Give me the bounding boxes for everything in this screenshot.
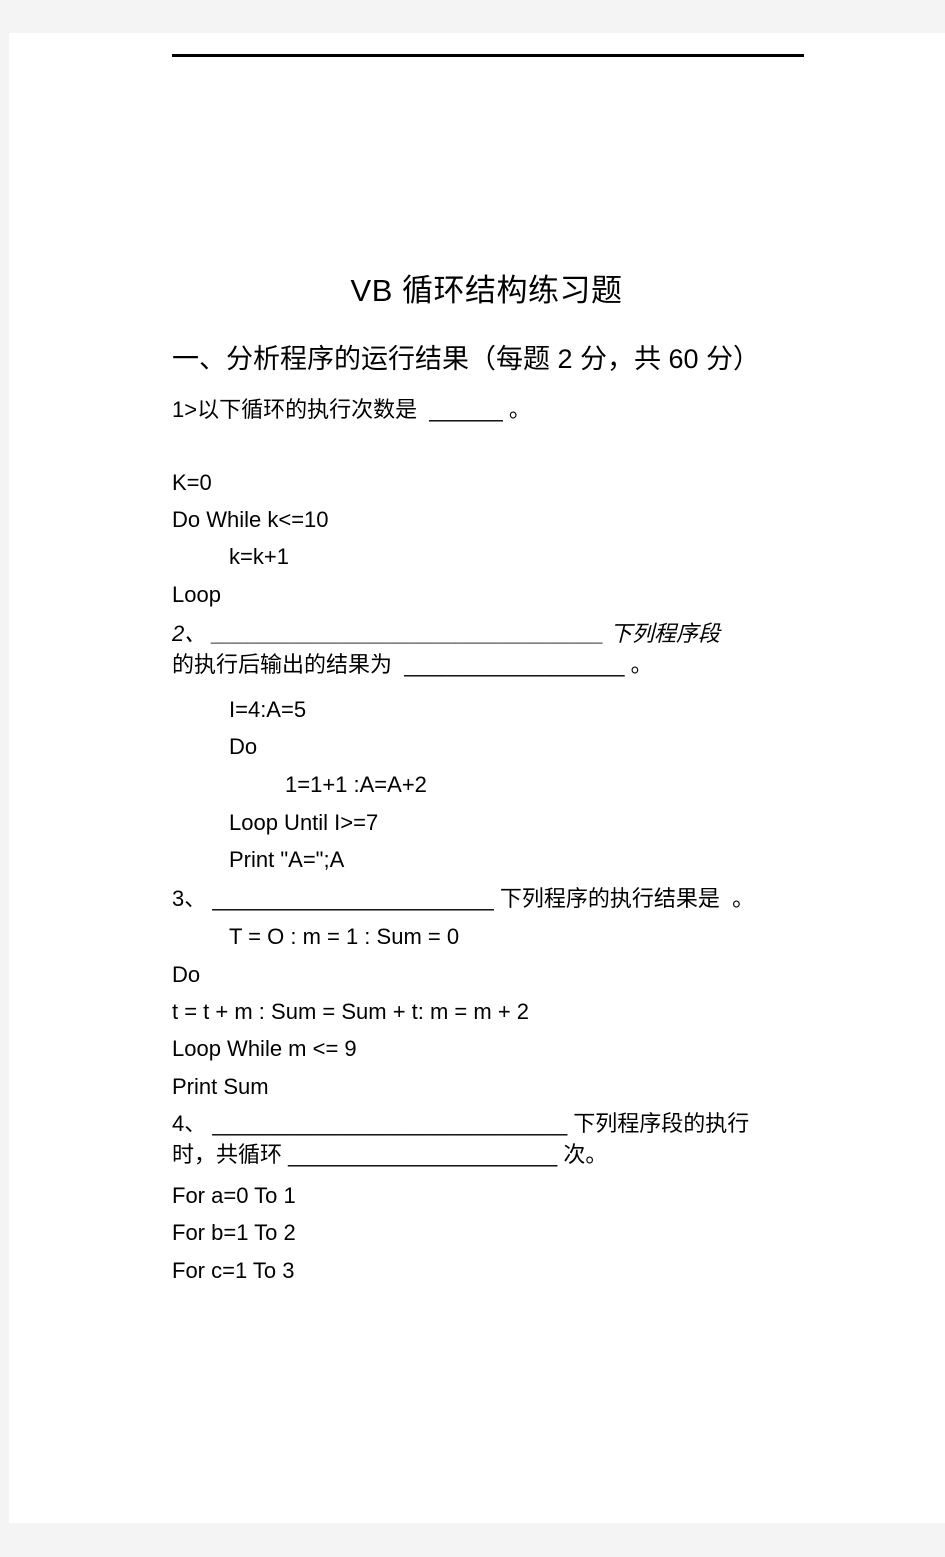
- question-2-code-line-3: 1=1+1 :A=A+2: [285, 772, 427, 797]
- question-4-code-line-1: For a=0 To 1: [172, 1183, 296, 1208]
- question-2-code-line-4: Loop Until I>=7: [229, 810, 379, 835]
- question-4-prompt-line-2: 时，共循环 ______________________ 次。: [172, 1142, 608, 1167]
- question-3-code-line-2: Do: [172, 962, 201, 987]
- document-page: VB 循环结构练习题 一、分析程序的运行结果（每题 2 分，共 60 分） 1>…: [9, 33, 945, 1523]
- question-3-code-line-5: Print Sum: [172, 1074, 269, 1099]
- question-3-prompt: 3、 _______________________ 下列程序的执行结果是 。: [172, 886, 755, 911]
- question-2-code-line-2: Do: [229, 734, 258, 759]
- section-heading: 一、分析程序的运行结果（每题 2 分，共 60 分）: [172, 344, 761, 374]
- page-title: VB 循环结构练习题: [350, 273, 623, 308]
- question-2-code-line-1: I=4:A=5: [229, 697, 307, 722]
- question-1-code-line-2: Do While k<=10: [172, 507, 329, 532]
- question-3-code-line-4: Loop While m <= 9: [172, 1036, 357, 1061]
- question-4-prompt-line-1: 4、 _____________________________ 下列程序段的执…: [172, 1111, 750, 1136]
- question-2-prompt-line-1: 2、 ________________________________ 下列程序…: [172, 621, 720, 646]
- question-3-code-line-3: t = t + m : Sum = Sum + t: m = m + 2: [172, 999, 530, 1024]
- question-3-code-line-1: T = O : m = 1 : Sum = 0: [229, 924, 460, 949]
- question-4-code-line-2: For b=1 To 2: [172, 1220, 296, 1245]
- question-1-code-line-3: k=k+1: [229, 544, 289, 569]
- question-2-prompt-line-2: 的执行后输出的结果为 __________________ 。: [172, 652, 653, 677]
- question-1-prompt: 1>以下循环的执行次数是 ______ 。: [172, 397, 531, 422]
- question-2-code-line-5: Print "A=";A: [229, 847, 345, 872]
- question-4-code-line-3: For c=1 To 3: [172, 1258, 295, 1283]
- question-1-code-line-4: Loop: [172, 582, 221, 607]
- header-rule: [172, 54, 804, 57]
- question-1-code-line-1: K=0: [172, 470, 212, 495]
